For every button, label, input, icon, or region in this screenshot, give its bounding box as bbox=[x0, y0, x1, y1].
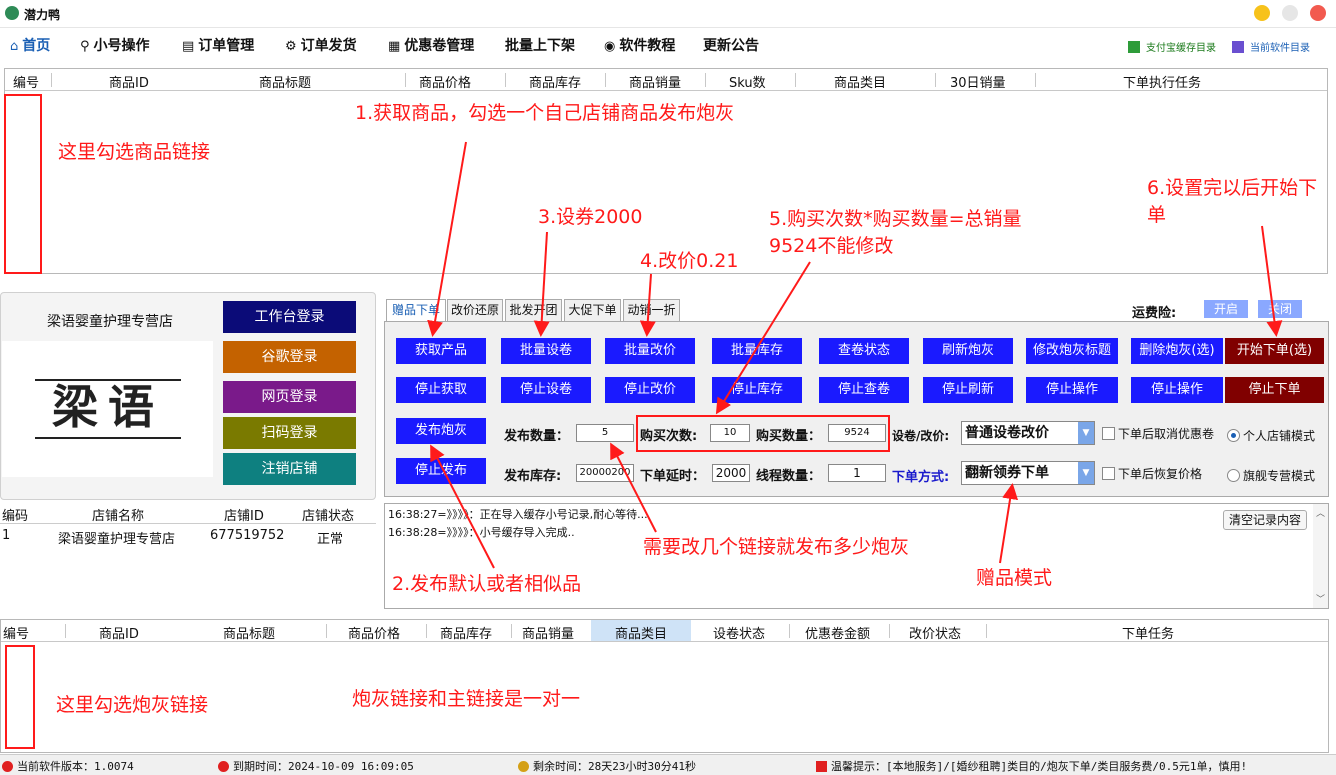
arrow-step5 bbox=[715, 261, 811, 415]
arrow-step3 bbox=[533, 231, 550, 337]
arrow-step4 bbox=[639, 273, 656, 337]
arrow-bait-count bbox=[610, 442, 657, 533]
annotation-arrows bbox=[427, 141, 1283, 569]
arrow-step6 bbox=[1261, 225, 1283, 337]
arrow-gift-mode bbox=[999, 483, 1019, 564]
arrow-step1 bbox=[427, 141, 467, 337]
arrow-step2 bbox=[430, 444, 495, 569]
